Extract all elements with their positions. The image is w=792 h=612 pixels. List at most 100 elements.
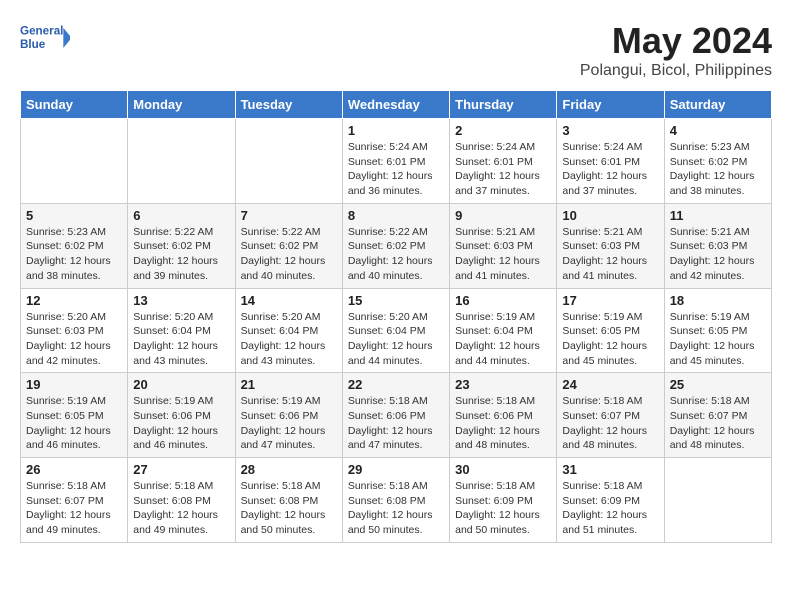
day-number: 22: [348, 377, 444, 392]
day-number: 21: [241, 377, 337, 392]
day-number: 20: [133, 377, 229, 392]
day-number: 16: [455, 293, 551, 308]
col-header-wednesday: Wednesday: [342, 91, 449, 119]
calendar-day-10: 10 Sunrise: 5:21 AM Sunset: 6:03 PM Dayli…: [557, 203, 664, 288]
calendar-day-18: 18 Sunrise: 5:19 AM Sunset: 6:05 PM Dayli…: [664, 288, 771, 373]
day-info: Sunrise: 5:18 AM Sunset: 6:08 PM Dayligh…: [348, 479, 444, 538]
day-number: 1: [348, 123, 444, 138]
calendar-day-28: 28 Sunrise: 5:18 AM Sunset: 6:08 PM Dayli…: [235, 458, 342, 543]
day-number: 11: [670, 208, 766, 223]
day-number: 3: [562, 123, 658, 138]
day-info: Sunrise: 5:19 AM Sunset: 6:05 PM Dayligh…: [670, 310, 766, 369]
calendar-day-16: 16 Sunrise: 5:19 AM Sunset: 6:04 PM Dayli…: [450, 288, 557, 373]
logo-graphic: General Blue: [20, 20, 70, 60]
day-info: Sunrise: 5:22 AM Sunset: 6:02 PM Dayligh…: [133, 225, 229, 284]
day-info: Sunrise: 5:19 AM Sunset: 6:06 PM Dayligh…: [241, 394, 337, 453]
title-block: May 2024 Polangui, Bicol, Philippines: [580, 20, 772, 80]
day-number: 7: [241, 208, 337, 223]
calendar-day-15: 15Sunrise: 5:20 AM Sunset: 6:04 PM Dayli…: [342, 288, 449, 373]
calendar-day-20: 20Sunrise: 5:19 AM Sunset: 6:06 PM Dayli…: [128, 373, 235, 458]
day-info: Sunrise: 5:18 AM Sunset: 6:09 PM Dayligh…: [562, 479, 658, 538]
day-info: Sunrise: 5:24 AM Sunset: 6:01 PM Dayligh…: [348, 140, 444, 199]
calendar-day-13: 13Sunrise: 5:20 AM Sunset: 6:04 PM Dayli…: [128, 288, 235, 373]
day-info: Sunrise: 5:18 AM Sunset: 6:08 PM Dayligh…: [241, 479, 337, 538]
calendar-day-6: 6 Sunrise: 5:22 AM Sunset: 6:02 PM Daylig…: [128, 203, 235, 288]
day-info: Sunrise: 5:22 AM Sunset: 6:02 PM Dayligh…: [348, 225, 444, 284]
day-number: 30: [455, 462, 551, 477]
calendar-day-17: 17 Sunrise: 5:19 AM Sunset: 6:05 PM Dayli…: [557, 288, 664, 373]
svg-text:General: General: [20, 25, 63, 38]
calendar-week-2: 5 Sunrise: 5:23 AM Sunset: 6:02 PM Daylig…: [21, 203, 772, 288]
day-info: Sunrise: 5:23 AM Sunset: 6:02 PM Dayligh…: [670, 140, 766, 199]
day-number: 10: [562, 208, 658, 223]
day-number: 23: [455, 377, 551, 392]
calendar-day-9: 9 Sunrise: 5:21 AM Sunset: 6:03 PM Daylig…: [450, 203, 557, 288]
day-number: 6: [133, 208, 229, 223]
calendar-week-5: 26Sunrise: 5:18 AM Sunset: 6:07 PM Dayli…: [21, 458, 772, 543]
calendar-day-23: 23 Sunrise: 5:18 AM Sunset: 6:06 PM Dayli…: [450, 373, 557, 458]
day-info: Sunrise: 5:18 AM Sunset: 6:06 PM Dayligh…: [455, 394, 551, 453]
svg-text:Blue: Blue: [20, 38, 46, 51]
calendar-week-4: 19 Sunrise: 5:19 AM Sunset: 6:05 PM Dayli…: [21, 373, 772, 458]
day-info: Sunrise: 5:18 AM Sunset: 6:07 PM Dayligh…: [670, 394, 766, 453]
day-info: Sunrise: 5:19 AM Sunset: 6:05 PM Dayligh…: [26, 394, 122, 453]
day-number: 25: [670, 377, 766, 392]
day-info: Sunrise: 5:21 AM Sunset: 6:03 PM Dayligh…: [455, 225, 551, 284]
day-number: 17: [562, 293, 658, 308]
calendar-day-31: 31Sunrise: 5:18 AM Sunset: 6:09 PM Dayli…: [557, 458, 664, 543]
calendar-day-12: 12 Sunrise: 5:20 AM Sunset: 6:03 PM Dayli…: [21, 288, 128, 373]
calendar-day-5: 5 Sunrise: 5:23 AM Sunset: 6:02 PM Daylig…: [21, 203, 128, 288]
col-header-sunday: Sunday: [21, 91, 128, 119]
calendar-week-3: 12 Sunrise: 5:20 AM Sunset: 6:03 PM Dayli…: [21, 288, 772, 373]
day-number: 29: [348, 462, 444, 477]
day-info: Sunrise: 5:21 AM Sunset: 6:03 PM Dayligh…: [670, 225, 766, 284]
calendar-day-1: 1 Sunrise: 5:24 AM Sunset: 6:01 PM Daylig…: [342, 119, 449, 204]
day-number: 28: [241, 462, 337, 477]
day-number: 14: [241, 293, 337, 308]
calendar-day-26: 26Sunrise: 5:18 AM Sunset: 6:07 PM Dayli…: [21, 458, 128, 543]
calendar-week-1: 1 Sunrise: 5:24 AM Sunset: 6:01 PM Daylig…: [21, 119, 772, 204]
day-number: 5: [26, 208, 122, 223]
calendar-day-11: 11 Sunrise: 5:21 AM Sunset: 6:03 PM Dayli…: [664, 203, 771, 288]
calendar-day-30: 30Sunrise: 5:18 AM Sunset: 6:09 PM Dayli…: [450, 458, 557, 543]
calendar-day-19: 19 Sunrise: 5:19 AM Sunset: 6:05 PM Dayli…: [21, 373, 128, 458]
calendar-day-2: 2 Sunrise: 5:24 AM Sunset: 6:01 PM Daylig…: [450, 119, 557, 204]
calendar-day-24: 24Sunrise: 5:18 AM Sunset: 6:07 PM Dayli…: [557, 373, 664, 458]
empty-cell: [128, 119, 235, 204]
calendar-day-25: 25 Sunrise: 5:18 AM Sunset: 6:07 PM Dayli…: [664, 373, 771, 458]
day-info: Sunrise: 5:24 AM Sunset: 6:01 PM Dayligh…: [455, 140, 551, 199]
calendar-table: SundayMondayTuesdayWednesdayThursdayFrid…: [20, 90, 772, 543]
col-header-monday: Monday: [128, 91, 235, 119]
calendar-day-29: 29 Sunrise: 5:18 AM Sunset: 6:08 PM Dayli…: [342, 458, 449, 543]
calendar-day-4: 4 Sunrise: 5:23 AM Sunset: 6:02 PM Daylig…: [664, 119, 771, 204]
empty-cell: [664, 458, 771, 543]
day-info: Sunrise: 5:23 AM Sunset: 6:02 PM Dayligh…: [26, 225, 122, 284]
day-number: 8: [348, 208, 444, 223]
day-number: 2: [455, 123, 551, 138]
day-number: 19: [26, 377, 122, 392]
day-info: Sunrise: 5:18 AM Sunset: 6:08 PM Dayligh…: [133, 479, 229, 538]
calendar-day-7: 7Sunrise: 5:22 AM Sunset: 6:02 PM Daylig…: [235, 203, 342, 288]
day-number: 27: [133, 462, 229, 477]
day-info: Sunrise: 5:20 AM Sunset: 6:04 PM Dayligh…: [348, 310, 444, 369]
calendar-day-8: 8 Sunrise: 5:22 AM Sunset: 6:02 PM Daylig…: [342, 203, 449, 288]
day-info: Sunrise: 5:19 AM Sunset: 6:05 PM Dayligh…: [562, 310, 658, 369]
day-info: Sunrise: 5:18 AM Sunset: 6:07 PM Dayligh…: [562, 394, 658, 453]
day-number: 9: [455, 208, 551, 223]
day-info: Sunrise: 5:19 AM Sunset: 6:04 PM Dayligh…: [455, 310, 551, 369]
day-number: 12: [26, 293, 122, 308]
col-header-saturday: Saturday: [664, 91, 771, 119]
logo: General Blue: [20, 20, 70, 60]
empty-cell: [21, 119, 128, 204]
col-header-thursday: Thursday: [450, 91, 557, 119]
calendar-header-row: SundayMondayTuesdayWednesdayThursdayFrid…: [21, 91, 772, 119]
day-info: Sunrise: 5:21 AM Sunset: 6:03 PM Dayligh…: [562, 225, 658, 284]
day-number: 4: [670, 123, 766, 138]
day-info: Sunrise: 5:20 AM Sunset: 6:03 PM Dayligh…: [26, 310, 122, 369]
calendar-day-22: 22Sunrise: 5:18 AM Sunset: 6:06 PM Dayli…: [342, 373, 449, 458]
day-number: 18: [670, 293, 766, 308]
location: Polangui, Bicol, Philippines: [580, 62, 772, 80]
col-header-friday: Friday: [557, 91, 664, 119]
col-header-tuesday: Tuesday: [235, 91, 342, 119]
day-number: 26: [26, 462, 122, 477]
